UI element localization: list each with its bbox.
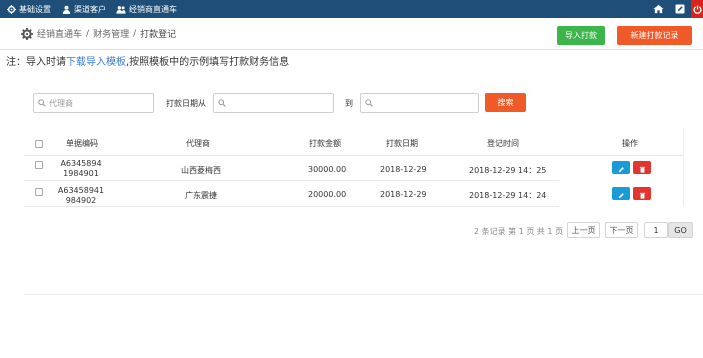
row-agent: 广东震捷 — [185, 191, 217, 200]
row-code-line2: 1984901 — [63, 169, 99, 178]
row-amount: 20000.00 — [308, 190, 347, 199]
prev-page-button[interactable]: 上一页 — [567, 222, 600, 238]
gear-icon — [6, 4, 16, 14]
table-right-border — [683, 128, 684, 206]
trash-icon — [639, 158, 646, 177]
column-header-amount: 打款金额 — [309, 139, 341, 148]
bottom-divider — [24, 294, 703, 295]
nav-dealer-express-label: 经销商直通车 — [129, 4, 177, 14]
note-suffix: ,按照模板中的示例填写打款财务信息 — [126, 57, 290, 68]
date-to-label: 到 — [345, 99, 353, 108]
user-icon — [61, 4, 71, 14]
date-from-label: 打款日期从 — [166, 99, 206, 108]
column-header-register-time: 登记时间 — [487, 139, 519, 148]
breadcrumb-item-current: 打款登记 — [140, 30, 177, 40]
row-divider-line — [24, 180, 559, 181]
row-divider-line — [24, 206, 559, 207]
row-checkbox[interactable] — [35, 161, 43, 169]
row-amount: 30000.00 — [308, 165, 347, 174]
new-payment-record-button[interactable]: 新建打款记录 — [617, 26, 692, 45]
home-icon[interactable] — [647, 0, 669, 18]
power-icon[interactable] — [691, 0, 703, 18]
row-register-time: 2018-12-29 14：24 — [469, 191, 547, 200]
nav-basic-settings-label: 基础设置 — [19, 4, 51, 14]
row-date: 2018-12-29 — [380, 190, 427, 199]
nav-channel-customers[interactable]: 渠道客户 — [61, 4, 106, 15]
download-template-link[interactable]: 下载导入模板 — [66, 57, 126, 68]
edit-button[interactable] — [612, 187, 630, 200]
search-icon — [218, 99, 226, 107]
column-header-date: 打款日期 — [386, 139, 418, 148]
edit-button[interactable] — [612, 161, 630, 174]
select-all-checkbox[interactable] — [35, 140, 43, 148]
delete-button[interactable] — [633, 187, 651, 200]
header-divider-line — [24, 155, 684, 156]
breadcrumb-separator: / — [86, 28, 90, 39]
go-button[interactable]: GO — [668, 222, 693, 238]
nav-dealer-express[interactable]: 经销商直通车 — [116, 4, 177, 15]
top-nav: 基础设置 渠道客户 经销商直通车 — [0, 0, 181, 18]
next-page-button[interactable]: 下一页 — [605, 222, 638, 238]
row-date: 2018-12-29 — [380, 165, 427, 174]
start-date-input[interactable] — [213, 93, 334, 113]
import-note: 注：导入时请下载导入模板,按照模板中的示例填写打款财务信息 — [6, 53, 289, 68]
page-number-input[interactable]: 1 — [644, 222, 668, 238]
breadcrumb-item-dealer[interactable]: 经销直通车 — [37, 27, 82, 40]
row-code-line1: A6345894 — [60, 159, 102, 168]
row-checkbox[interactable] — [35, 188, 43, 196]
column-header-actions: 操作 — [622, 139, 638, 148]
column-header-agent: 代理商 — [186, 139, 210, 148]
row-agent: 山西菱梅西 — [181, 166, 221, 175]
search-icon — [365, 99, 373, 107]
edit-icon[interactable] — [669, 0, 691, 18]
pencil-icon — [618, 184, 625, 203]
nav-basic-settings[interactable]: 基础设置 — [6, 4, 51, 15]
agent-search-input[interactable]: 代理商 — [33, 93, 154, 113]
agent-search-placeholder: 代理商 — [49, 98, 73, 108]
pagination-info: 2 条记录 第 1 页 共 1 页 — [474, 227, 564, 236]
row-code: A63458941 984902 — [55, 186, 107, 206]
note-prefix: 注：导入时请 — [6, 57, 66, 68]
users-icon — [116, 4, 126, 14]
trash-icon — [639, 184, 646, 203]
top-right-icons — [647, 0, 703, 18]
delete-button[interactable] — [633, 161, 651, 174]
breadcrumb: 经销直通车 / 财务管理 / 打款登记 — [21, 27, 176, 40]
nav-channel-customers-label: 渠道客户 — [74, 4, 106, 14]
import-payment-button[interactable]: 导入打款 — [557, 26, 605, 45]
breadcrumb-item-finance[interactable]: 财务管理 — [93, 27, 129, 40]
row-code-line2: 984902 — [65, 196, 97, 205]
search-button[interactable]: 搜索 — [485, 93, 526, 112]
breadcrumb-separator: / — [133, 28, 137, 39]
pencil-icon — [618, 158, 625, 177]
row-code: A6345894 1984901 — [58, 159, 104, 179]
row-register-time: 2018-12-29 14：25 — [469, 166, 547, 175]
column-header-code: 单据编码 — [66, 139, 98, 148]
end-date-input[interactable] — [360, 93, 479, 113]
search-icon — [38, 99, 46, 107]
row-code-line1: A63458941 — [57, 186, 105, 195]
settings-gear-icon — [21, 27, 33, 40]
header-divider — [0, 49, 703, 50]
